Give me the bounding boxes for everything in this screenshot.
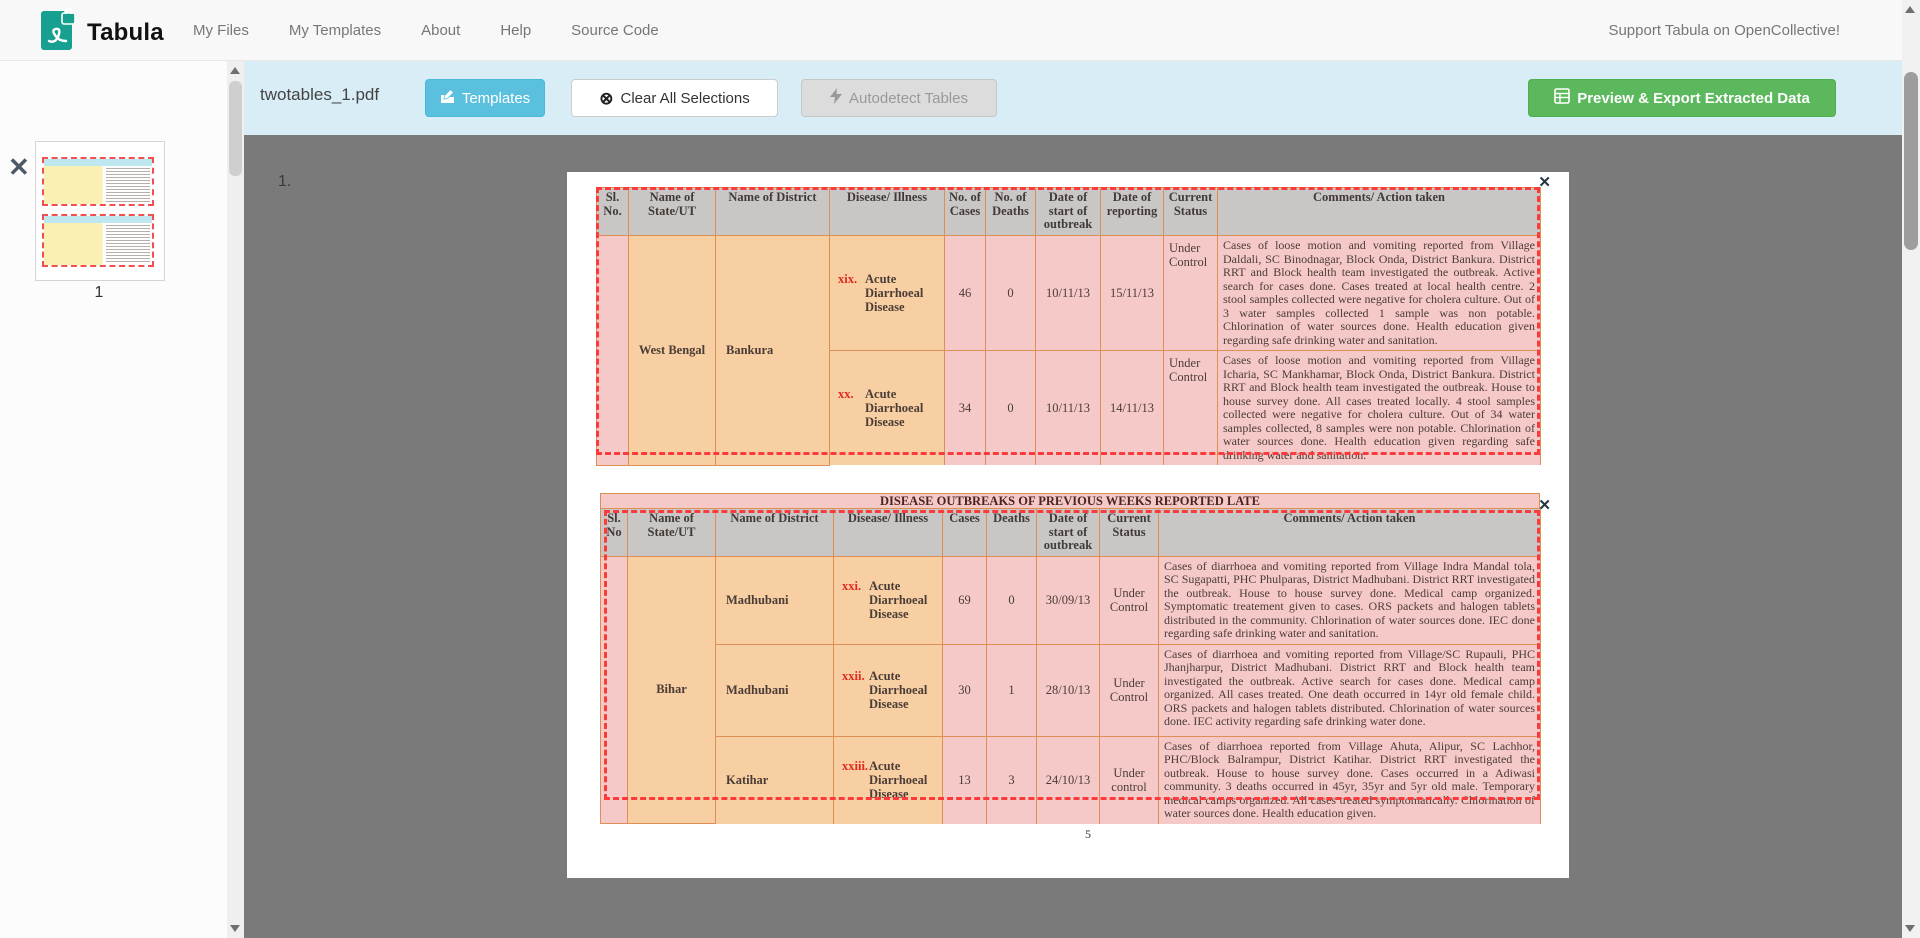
table-export-icon <box>1554 88 1570 108</box>
brand-home-link[interactable]: Tabula <box>38 8 164 58</box>
sidebar-scrollbar[interactable] <box>227 61 244 938</box>
navbar: Tabula My Files My Templates About Help … <box>0 0 1920 61</box>
support-opencollective-link[interactable]: Support Tabula on OpenCollective! <box>1608 0 1840 61</box>
tabula-pdf-logo-icon <box>38 8 78 58</box>
thumbnail-selection-2 <box>42 214 154 267</box>
table-2-title: DISEASE OUTBREAKS OF PREVIOUS WEEKS REPO… <box>600 493 1540 508</box>
app-window: Tabula My Files My Templates About Help … <box>0 0 1920 938</box>
page-thumbnail-sidebar: ✕ 1 <box>0 61 244 938</box>
preview-export-button[interactable]: Preview & Export Extracted Data <box>1528 79 1836 117</box>
templates-button[interactable]: Templates <box>425 79 545 117</box>
brand-name: Tabula <box>87 19 164 47</box>
nav-menu: My Files My Templates About Help Source … <box>193 0 659 61</box>
sidebar-scrollbar-thumb[interactable] <box>229 81 242 176</box>
toolbar: twotables_1.pdf Templates ⊗ Clear All Se… <box>244 61 1902 135</box>
templates-icon <box>440 89 455 108</box>
scroll-up-icon[interactable] <box>1905 6 1915 13</box>
nav-help[interactable]: Help <box>500 22 531 39</box>
thumbnail-table-header <box>44 216 152 223</box>
nav-my-files[interactable]: My Files <box>193 22 249 39</box>
selection-2-close-icon[interactable]: ✕ <box>1538 496 1551 514</box>
clear-label: Clear All Selections <box>621 90 750 107</box>
nav-my-templates[interactable]: My Templates <box>289 22 381 39</box>
export-label: Preview & Export Extracted Data <box>1577 90 1810 107</box>
window-scrollbar[interactable] <box>1902 0 1920 938</box>
remove-page-icon[interactable]: ✕ <box>8 154 30 180</box>
circle-x-icon: ⊗ <box>599 90 613 107</box>
autodetect-tables-button[interactable]: Autodetect Tables <box>801 79 997 117</box>
autodetect-label: Autodetect Tables <box>849 90 968 107</box>
selection-box-1[interactable]: ✕ <box>596 187 1540 455</box>
clear-all-selections-button[interactable]: ⊗ Clear All Selections <box>571 79 778 117</box>
lightning-icon <box>830 88 842 108</box>
thumbnail-table-body <box>44 223 152 265</box>
thumbnail-table-header <box>44 159 152 166</box>
document-filename: twotables_1.pdf <box>260 85 379 105</box>
nav-source-code[interactable]: Source Code <box>571 22 659 39</box>
thumbnail-table-body <box>44 166 152 204</box>
nav-about[interactable]: About <box>421 22 460 39</box>
scroll-down-icon[interactable] <box>230 925 240 932</box>
scroll-up-icon[interactable] <box>230 67 240 74</box>
page-1-thumbnail[interactable] <box>35 141 165 281</box>
window-scrollbar-thumb[interactable] <box>1904 72 1918 250</box>
selection-1-close-icon[interactable]: ✕ <box>1538 173 1551 191</box>
pdf-page-number: 5 <box>1078 827 1098 842</box>
thumbnail-selection-1 <box>42 157 154 206</box>
document-viewport: 1. Sl. No. Name of State/UT Name of Dist… <box>244 135 1902 938</box>
scroll-down-icon[interactable] <box>1905 925 1915 932</box>
templates-label: Templates <box>462 90 530 107</box>
page-marker: 1. <box>278 173 291 191</box>
selection-box-2[interactable]: ✕ <box>604 510 1540 800</box>
thumbnail-page-number: 1 <box>35 284 163 302</box>
pdf-page[interactable]: Sl. No. Name of State/UT Name of Distric… <box>567 172 1569 878</box>
